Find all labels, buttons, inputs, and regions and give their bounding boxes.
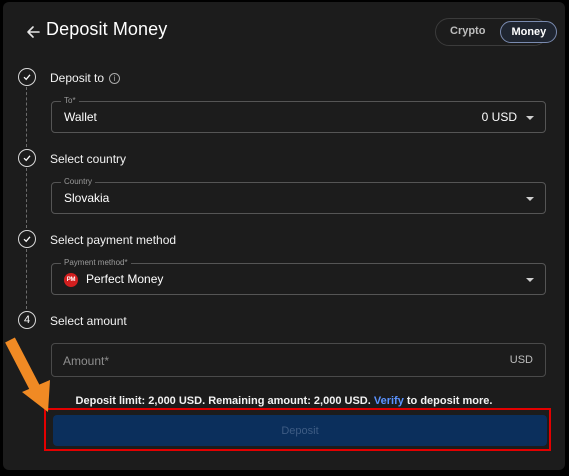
payment-method-value: Perfect Money [86, 272, 164, 286]
payment-method-select[interactable]: Payment method* PM Perfect Money [51, 258, 546, 295]
page-title: Deposit Money [46, 19, 168, 39]
amount-field[interactable]: USD [51, 343, 546, 377]
step-2-check-icon [18, 149, 36, 167]
step-label-text: Deposit to [50, 71, 105, 85]
crypto-money-toggle: Crypto Money [435, 18, 558, 46]
limit-text-after: to deposit more. [406, 395, 493, 407]
field-legend: To* [61, 96, 79, 106]
wallet-value: Wallet [64, 110, 97, 124]
limit-text-before: Deposit limit: 2,000 USD. Remaining amou… [75, 395, 371, 407]
chevron-down-icon [526, 197, 534, 201]
step-3-check-icon [18, 230, 36, 248]
currency-unit: USD [509, 354, 533, 366]
step-label-payment-method: Select payment method [50, 233, 177, 247]
step-4-number: 4 [18, 311, 36, 329]
info-icon[interactable]: i [109, 73, 121, 84]
perfect-money-logo-icon: PM [64, 273, 78, 287]
amount-input[interactable] [63, 352, 463, 370]
country-value: Slovakia [64, 191, 110, 205]
back-button[interactable] [22, 21, 44, 43]
step-connector [26, 87, 27, 147]
verify-link[interactable]: Verify [374, 395, 404, 407]
toggle-option-money[interactable]: Money [500, 21, 558, 43]
step-1-check-icon [18, 68, 36, 86]
deposit-panel: Deposit Money Crypto Money Deposit to i T… [3, 2, 565, 470]
deposit-button[interactable]: Deposit [53, 415, 547, 446]
chevron-down-icon [526, 116, 534, 120]
step-label-deposit-to: Deposit to i [50, 71, 121, 85]
field-legend: Country [61, 177, 96, 187]
deposit-to-select[interactable]: To* Wallet 0 USD [51, 96, 546, 133]
chevron-down-icon [526, 278, 534, 282]
step-connector [26, 168, 27, 228]
wallet-balance: 0 USD [481, 110, 517, 124]
country-select[interactable]: Country Slovakia [51, 177, 546, 214]
step-connector [26, 249, 27, 309]
toggle-option-crypto[interactable]: Crypto [438, 21, 497, 43]
step-label-select-amount: Select amount [50, 314, 127, 328]
arrow-left-icon [27, 26, 40, 38]
step-label-select-country: Select country [50, 152, 127, 166]
field-legend: Payment method* [61, 258, 131, 268]
deposit-limit-text: Deposit limit: 2,000 USD. Remaining amou… [3, 395, 565, 407]
